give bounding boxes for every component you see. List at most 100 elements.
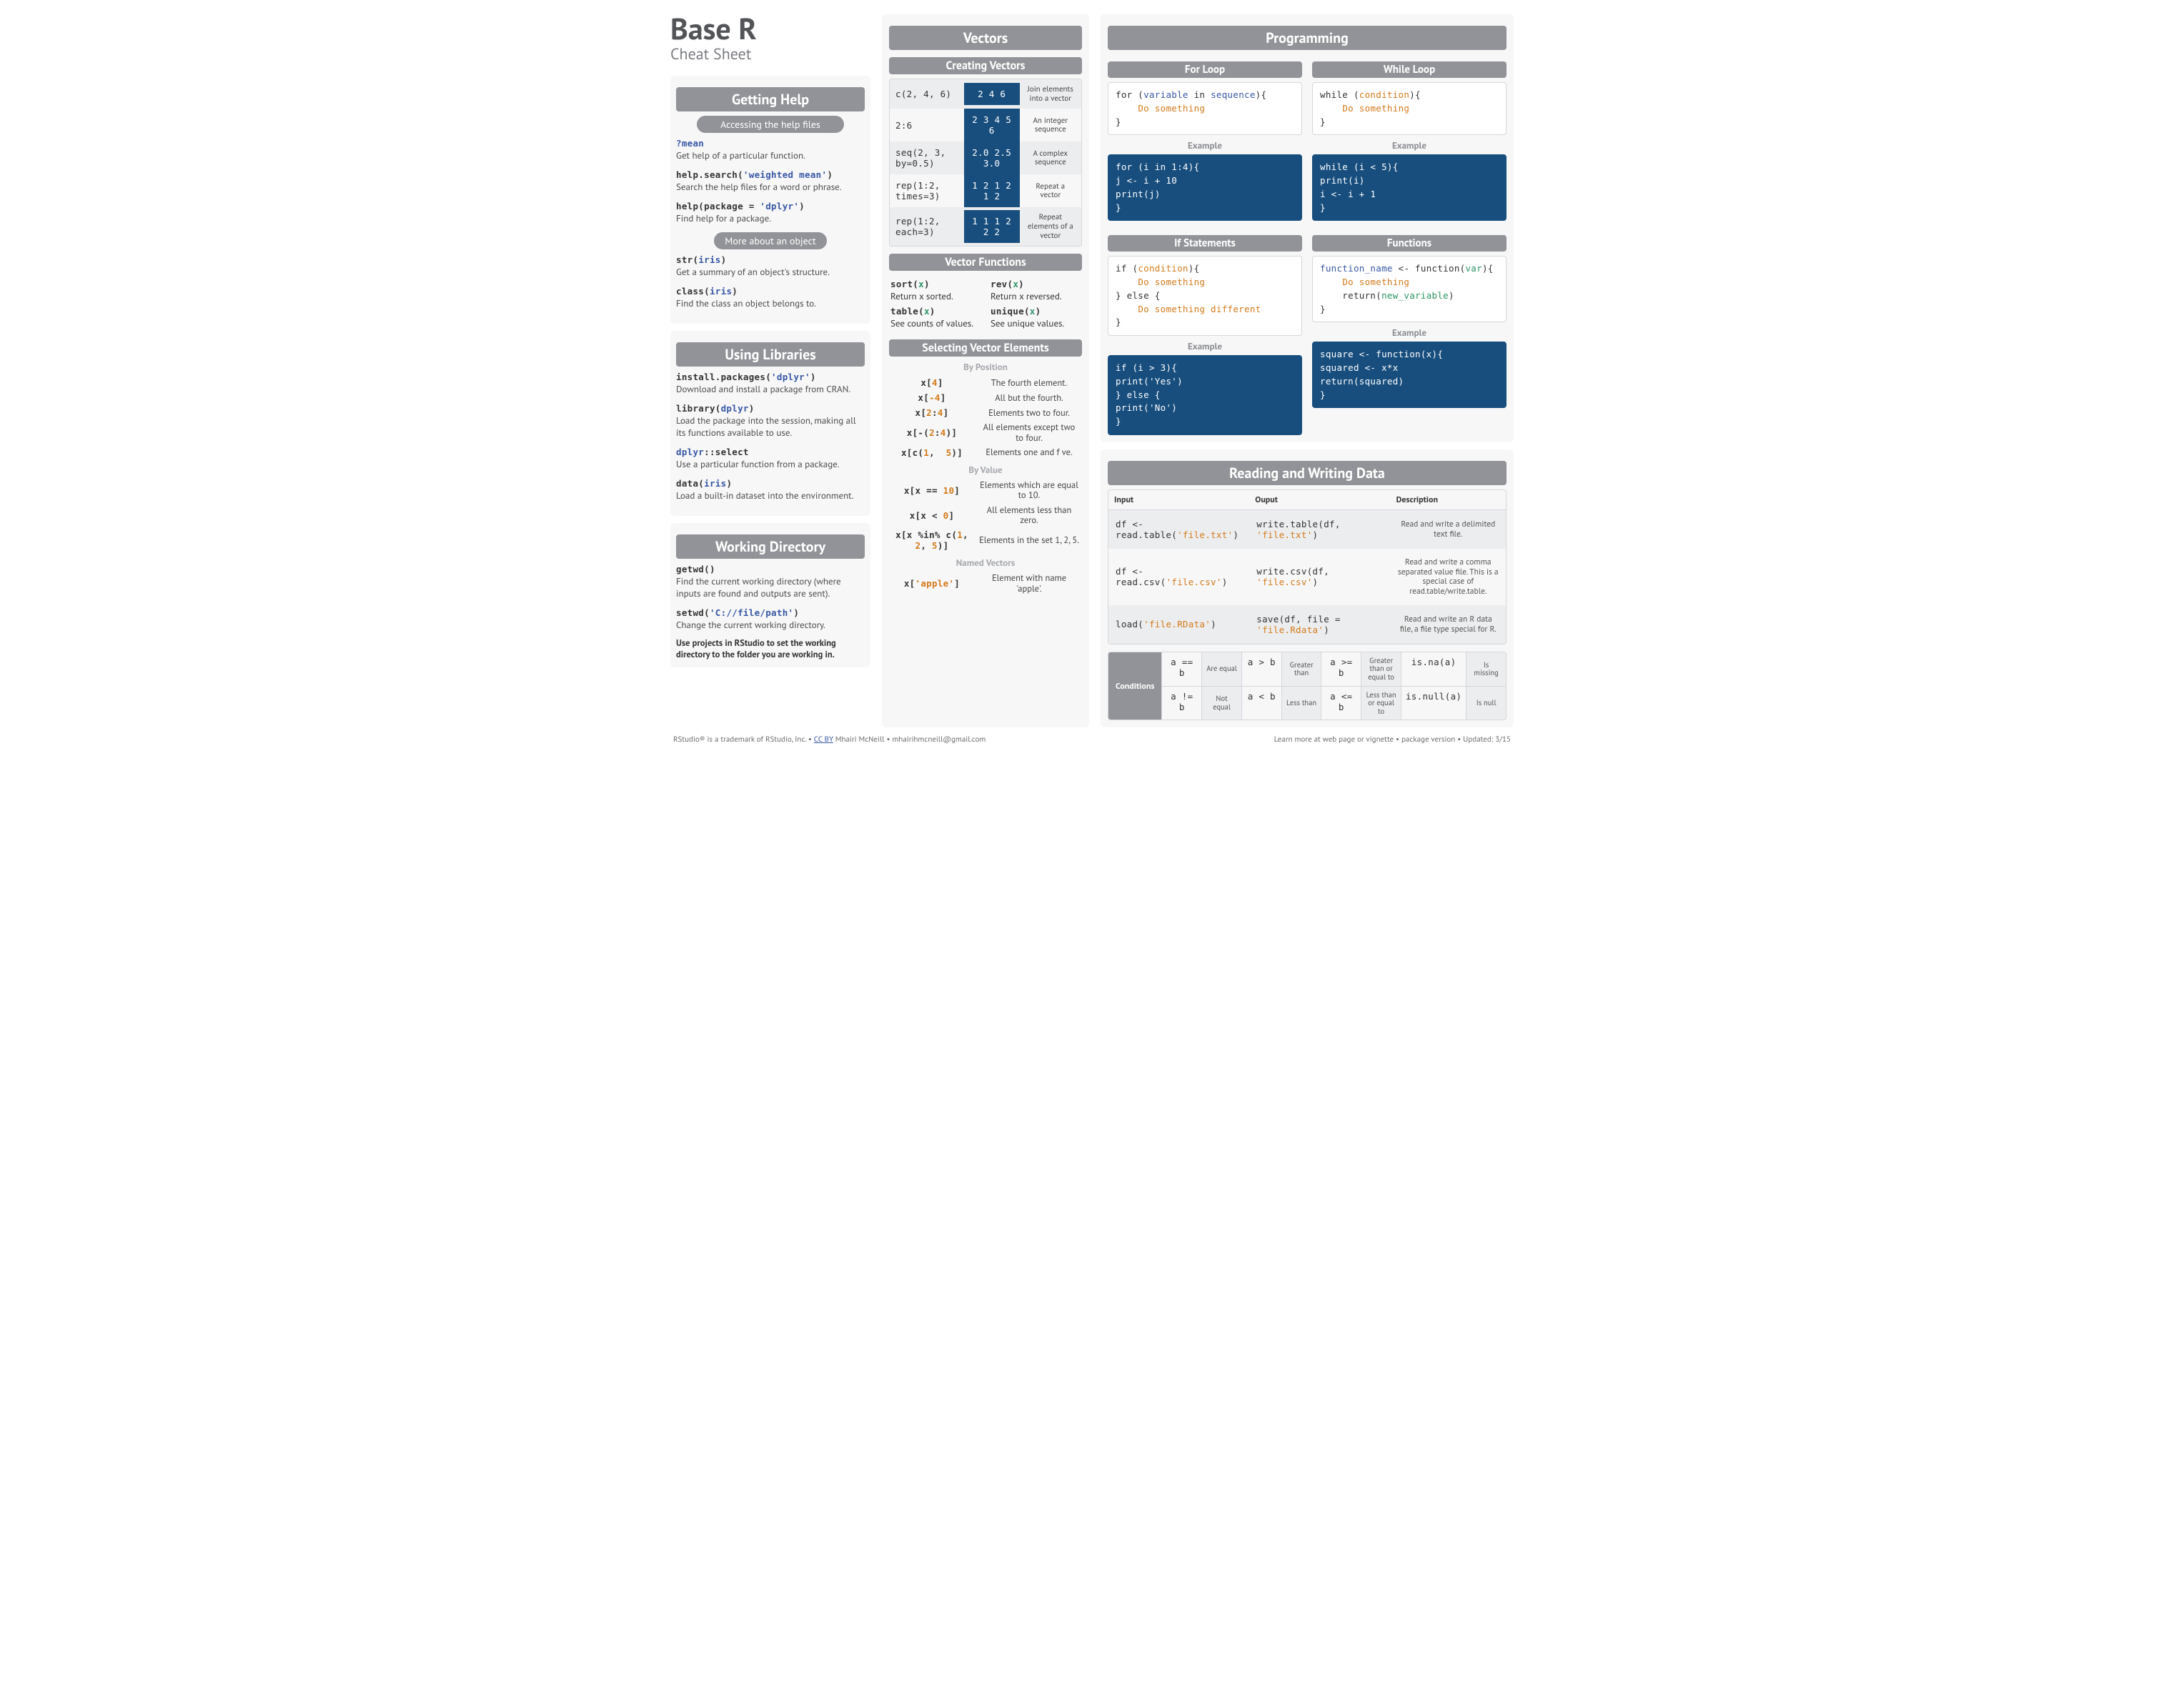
h-if: If Statements [1108,235,1302,252]
cv-mid: 1 1 1 2 2 2 [964,210,1020,243]
desc-qmean: Get help of a particular function. [676,150,865,161]
cv-code: 2:6 [890,114,964,136]
io-desc: Read and write a delimited text file. [1391,511,1506,548]
sel-code: x[x < 0] [892,510,972,521]
desc-setwd: Change the current working directory. [676,619,865,631]
pill-access-help: Accessing the help files [697,116,844,133]
io-in: df <- read.csv('file.csv') [1108,557,1249,596]
code-setwd: setwd('C://file/path') [676,607,799,618]
example-label: Example [1312,327,1507,339]
h-while-loop: While Loop [1312,61,1507,78]
h-getting-help: Getting Help [676,87,865,111]
for-example: for (i in 1:4){ j <- i + 10 print(j) } [1108,154,1302,221]
cv-desc: A complex sequence [1020,144,1081,173]
line: } [1320,389,1326,400]
cv-mid: 2 4 6 [964,83,1020,105]
sel-desc: All elements less than zero. [979,505,1079,526]
h-wd: Working Directory [676,534,865,559]
sel-desc: All but the fourth. [979,393,1079,403]
line: print(i) [1320,175,1365,186]
cv-mid: 2.0 2.5 3.0 [964,141,1020,174]
sel-code: x[2:4] [892,407,972,418]
io-in: df <- read.table('file.txt') [1108,510,1249,549]
code-library: library(dplyr) [676,403,755,414]
cc-link[interactable]: CC BY [814,735,833,745]
cond-code: is.null(a) [1401,687,1466,720]
code-getwd: getwd() [676,564,715,574]
h-programming: Programming [1108,26,1507,50]
example-label: Example [1108,139,1302,151]
h-vector-fn: Vector Functions [889,254,1082,271]
line: print('Yes') [1116,376,1183,387]
desc-getwd: Find the current working directory (wher… [676,576,865,599]
io-head-output: Ouput [1249,490,1390,510]
example-label: Example [1108,340,1302,352]
io-desc: Read and write an R data file, a file ty… [1391,606,1506,643]
example-label: Example [1312,139,1507,151]
h-functions: Functions [1312,235,1507,252]
code-select: dplyr::select [676,447,749,457]
sel-code: x[x %in% c(1, 2, 5)] [892,529,972,551]
conditions-label: Conditions [1108,652,1161,720]
cond-code: a > b [1241,652,1281,687]
desc-select: Use a particular function from a package… [676,459,865,470]
sel-code: x[c(1, 5)] [892,447,972,458]
sel-desc: Elements two to four. [979,408,1079,418]
sel-code: x[x == 10] [892,485,972,496]
line: for (i in 1:4){ [1116,161,1199,172]
cond-desc: Less than [1281,687,1321,720]
io-out: write.table(df, 'file.txt') [1249,510,1390,549]
sel-code: x[-(2:4)] [892,427,972,438]
cv-mid: 2 3 4 5 6 [964,109,1020,141]
h-select-elements: Selecting Vector Elements [889,339,1082,357]
cv-code: seq(2, 3, by=0.5) [890,141,964,174]
line: squared <- x*x [1320,362,1399,373]
panel-getting-help: Getting Help Accessing the help files ?m… [670,76,870,324]
line: j <- i + 10 [1116,175,1177,186]
line: print(j) [1116,189,1161,199]
cv-mid: 1 2 1 2 1 2 [964,174,1020,207]
cond-desc: Greater than or equal to [1361,652,1401,687]
desc-help-search: Search the help files for a word or phra… [676,181,865,193]
line: } [1116,416,1121,427]
code-install: install.packages('dplyr') [676,372,816,382]
cv-desc: Repeat elements of a vector [1020,207,1081,246]
io-out: write.csv(df, 'file.csv') [1249,557,1390,596]
pill-more-object: More about an object [714,232,827,249]
creating-vectors-table: c(2, 4, 6)2 4 6Join elements into a vect… [889,79,1082,247]
while-example: while (i < 5){ print(i) i <- i + 1 } [1312,154,1507,221]
sel-desc: All elements except two to four. [979,422,1079,443]
panel-vectors: Vectors Creating Vectors c(2, 4, 6)2 4 6… [882,14,1089,727]
fn-desc: Return x reversed. [991,290,1081,302]
conditions-table: Conditions a == bAre equal a > bGreater … [1108,652,1507,720]
while-syntax: while (condition){ Do something} [1312,82,1507,135]
line: } [1116,202,1121,213]
cond-code: a < b [1241,687,1281,720]
desc-data: Load a built-in dataset into the environ… [676,490,865,502]
sel-desc: Elements in the set 1, 2, 5. [979,535,1079,545]
cv-code: c(2, 4, 6) [890,83,964,105]
sel-code: x['apple'] [892,578,972,589]
desc-install: Download and install a package from CRAN… [676,384,865,395]
cond-code: a >= b [1321,652,1361,687]
footer-left: RStudio® is a trademark of RStudio, Inc.… [673,735,986,745]
footer-text: Mhairi McNeill • mhairihmcneill@gmail.co… [835,735,986,745]
if-example: if (i > 3){ print('Yes') } else { print(… [1108,355,1302,435]
for-syntax: for (variable in sequence){ Do something… [1108,82,1302,135]
h-creating-vectors: Creating Vectors [889,57,1082,74]
fn-desc: See unique values. [991,317,1081,329]
desc-help-pkg: Find help for a package. [676,213,865,224]
line: } [1320,202,1326,213]
line: return(squared) [1320,376,1404,387]
cv-code: rep(1:2, times=3) [890,174,964,207]
line: } else { [1116,389,1161,400]
line: i <- i + 1 [1320,189,1376,199]
code-class: class(iris) [676,286,738,297]
cond-code: a != b [1161,687,1201,720]
footer-right: Learn more at web page or vignette • pac… [1274,735,1511,745]
h-by-value: By Value [889,464,1082,476]
footer-text: RStudio® is a trademark of RStudio, Inc.… [673,735,814,745]
fn-desc: Return x sorted. [890,290,981,302]
cv-desc: Join elements into a vector [1020,79,1081,109]
sel-desc: Elements which are equal to 10. [979,480,1079,501]
